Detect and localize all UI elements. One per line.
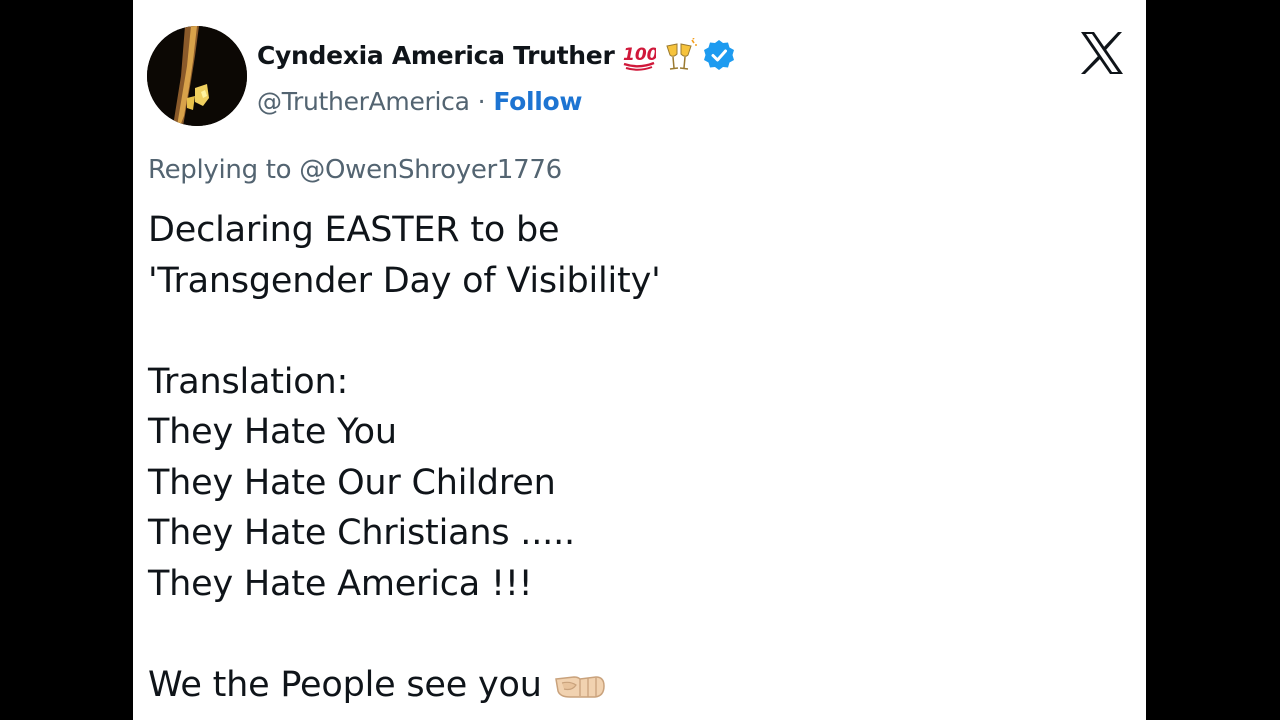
tweet-line: They Hate Our Children [148, 462, 556, 503]
tweet-line: They Hate You [148, 412, 397, 452]
replying-to-line: Replying to @OwenShroyer1776 [148, 155, 562, 185]
replying-to-prefix: Replying to [148, 155, 292, 185]
tweet-line: Declaring EASTER to be [148, 210, 560, 250]
svg-text:100: 100 [623, 45, 656, 65]
tweet-text: Declaring EASTER to be 'Transgender Day … [148, 205, 661, 710]
hundred-points-emoji: 100 [622, 38, 656, 72]
verified-badge-icon[interactable] [702, 38, 736, 72]
follow-button[interactable]: Follow [493, 87, 582, 116]
author-handle-row: @TrutherAmerica · Follow [257, 82, 582, 120]
author-display-name[interactable]: Cyndexia America Truther [257, 41, 615, 70]
replying-to-mention[interactable]: @OwenShroyer1776 [299, 155, 562, 185]
tweet-line: 'Transgender Day of Visibility' [148, 260, 661, 301]
separator-dot: · [477, 86, 486, 116]
clinking-glasses-emoji [664, 38, 698, 72]
tweet-line: They Hate Christians ..... [148, 513, 575, 553]
author-name-row: Cyndexia America Truther 100 [257, 34, 736, 76]
avatar-image-icon [147, 26, 247, 126]
tweet-line: Translation: [148, 361, 349, 402]
avatar[interactable] [147, 26, 247, 126]
tweet-line: We the People see you [148, 664, 542, 705]
tweet-last-line: We the People see you [148, 660, 661, 711]
left-facing-fist-emoji [552, 669, 608, 703]
tweet-line: They Hate America !!! [148, 563, 533, 604]
x-logo-icon[interactable] [1079, 30, 1125, 76]
tweet-card: Cyndexia America Truther 100 @TrutherAme… [133, 0, 1146, 720]
author-handle[interactable]: @TrutherAmerica [257, 87, 470, 116]
